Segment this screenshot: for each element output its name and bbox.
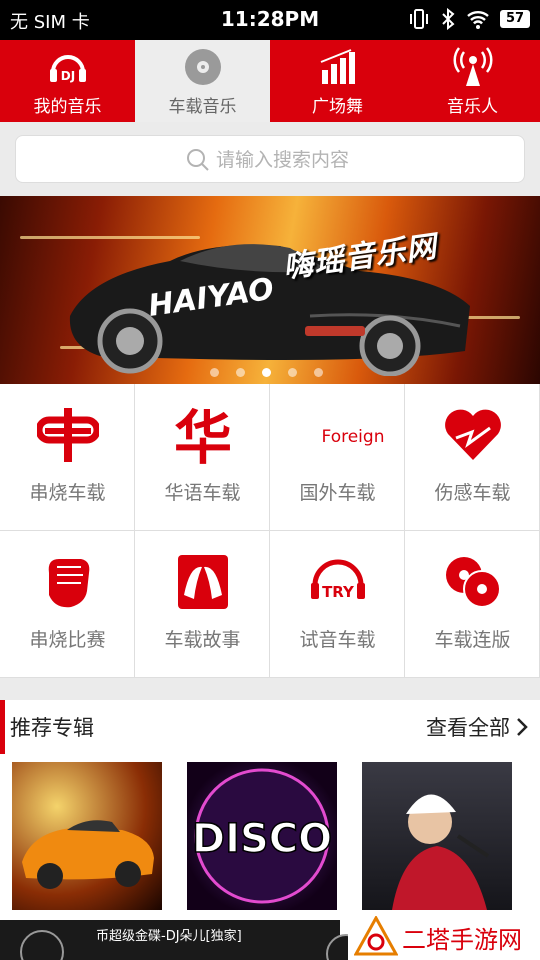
medley-icon xyxy=(37,408,99,462)
album-car[interactable] xyxy=(12,762,162,910)
category-label: 车载故事 xyxy=(164,629,241,651)
category-label: 车载连版 xyxy=(434,629,511,651)
search-area xyxy=(0,122,540,196)
tab-label: 广场舞 xyxy=(312,97,363,117)
watermark-logo-icon xyxy=(354,916,398,956)
svg-text:DJ: DJ xyxy=(61,69,75,83)
carousel-dot[interactable] xyxy=(288,368,297,377)
carousel-dots xyxy=(210,368,323,377)
category-label: 串烧车载 xyxy=(29,482,106,504)
try-headphones-icon: TRY xyxy=(311,559,365,601)
category-label: 伤感车载 xyxy=(434,482,511,504)
search-input[interactable] xyxy=(216,146,506,174)
singer-image xyxy=(392,794,490,910)
category-continuous[interactable]: 车载连版 xyxy=(405,531,540,678)
category-medley[interactable]: 串烧车载 xyxy=(0,384,135,531)
tab-label: 音乐人 xyxy=(447,97,498,117)
play-button[interactable] xyxy=(20,930,64,960)
antenna-icon xyxy=(453,47,493,86)
disc-icon xyxy=(185,49,221,85)
watermark-text: 二塔手游网 xyxy=(402,926,522,954)
dj-headphones-icon: DJ xyxy=(50,55,86,83)
bluetooth-icon xyxy=(442,8,455,30)
carousel-dot-active[interactable] xyxy=(262,368,271,377)
category-grid: 串烧车载 华 华语车载 Foreign 国外车载 伤感车载 串烧比赛 车载故事 … xyxy=(0,384,540,678)
watermark: 二塔手游网 xyxy=(348,912,540,960)
carousel-dot[interactable] xyxy=(210,368,219,377)
tab-label: 我的音乐 xyxy=(33,97,102,117)
banner-carousel[interactable]: HAIYAO 嗨瑶音乐网 xyxy=(0,196,540,384)
discs-icon xyxy=(446,557,501,608)
tab-square-dance[interactable]: 广场舞 xyxy=(270,40,405,122)
wifi-icon xyxy=(467,11,489,29)
battery-icon: 57 xyxy=(500,10,530,28)
svg-text:Foreign: Foreign xyxy=(322,427,384,447)
category-label: 华语车载 xyxy=(164,482,241,504)
foreign-icon: Foreign xyxy=(322,427,384,447)
mini-player[interactable]: 币超级金碟-DJ朵儿[独家] xyxy=(0,920,366,960)
top-tab-bar: DJ 我的音乐 车载音乐 广场舞 音乐人 xyxy=(0,40,540,122)
status-bar: 无 SIM 卡 11:28PM 57 xyxy=(0,0,540,40)
car-image xyxy=(22,820,154,889)
fist-icon xyxy=(48,559,90,608)
category-foreign[interactable]: Foreign 国外车载 xyxy=(270,384,405,531)
disco-ball-image: DISCO xyxy=(191,768,333,904)
svg-text:华: 华 xyxy=(174,404,232,466)
carousel-dot[interactable] xyxy=(236,368,245,377)
recommended-albums-header: 推荐专辑 查看全部 xyxy=(0,700,540,754)
svg-text:TRY: TRY xyxy=(322,583,355,601)
bars-chart-icon xyxy=(320,49,355,84)
category-story[interactable]: 车载故事 xyxy=(135,531,270,678)
vibrate-icon xyxy=(410,9,428,29)
album-singer[interactable] xyxy=(362,762,512,910)
tab-car-music[interactable]: 车载音乐 xyxy=(135,40,270,122)
category-competition[interactable]: 串烧比赛 xyxy=(0,531,135,678)
now-playing-title: 币超级金碟-DJ朵儿[独家] xyxy=(96,929,242,944)
chinese-hua-icon: 华 xyxy=(174,404,232,466)
search-box[interactable] xyxy=(15,135,525,183)
disco-text: DISCO xyxy=(192,816,332,862)
broken-heart-icon xyxy=(445,409,501,460)
category-try[interactable]: TRY 试音车载 xyxy=(270,531,405,678)
category-chinese[interactable]: 华 华语车载 xyxy=(135,384,270,531)
tab-musician[interactable]: 音乐人 xyxy=(405,40,540,122)
view-all-label: 查看全部 xyxy=(426,716,510,740)
category-label: 国外车载 xyxy=(299,482,376,504)
category-label: 串烧比赛 xyxy=(29,629,106,651)
tab-my-music[interactable]: DJ 我的音乐 xyxy=(0,40,135,122)
faces-icon xyxy=(178,555,228,609)
section-accent-bar xyxy=(0,700,5,754)
category-label: 试音车载 xyxy=(299,629,376,651)
album-disco[interactable]: DISCO xyxy=(187,762,337,910)
view-all-link[interactable]: 查看全部 xyxy=(426,712,528,742)
tab-label: 车载音乐 xyxy=(168,97,237,117)
section-title: 推荐专辑 xyxy=(10,716,94,740)
chevron-right-icon xyxy=(517,718,528,736)
carousel-dot[interactable] xyxy=(314,368,323,377)
search-icon xyxy=(187,149,209,171)
category-sad[interactable]: 伤感车载 xyxy=(405,384,540,531)
